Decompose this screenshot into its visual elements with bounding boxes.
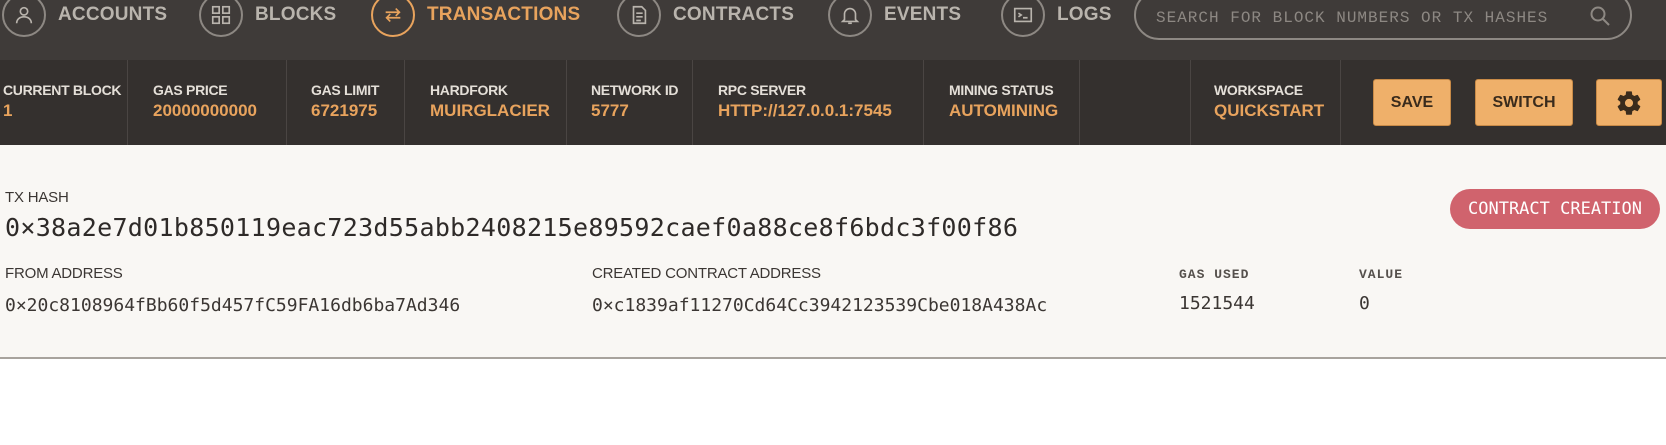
stat-gas-limit: GAS LIMIT 6721975 (287, 60, 405, 145)
mining-status-value: AUTOMINING (949, 101, 1059, 120)
terminal-icon (1001, 0, 1045, 37)
nav-accounts-label: ACCOUNTS (58, 4, 168, 25)
stat-current-block: CURRENT BLOCK 1 (0, 60, 128, 145)
nav-events-label: EVENTS (884, 4, 962, 25)
nav-events[interactable]: EVENTS (828, 0, 961, 40)
rpc-server-label: RPC SERVER (718, 82, 806, 98)
nav-blocks-label: BLOCKS (255, 4, 337, 25)
from-address-label: FROM ADDRESS (5, 265, 123, 282)
from-address-value: 0×20c8108964fBb60f5d457fC59FA16db6ba7Ad3… (5, 295, 461, 316)
gas-limit-value: 6721975 (311, 101, 378, 120)
current-block-label: CURRENT BLOCK (3, 82, 122, 98)
switch-button[interactable]: SWITCH (1475, 79, 1573, 126)
current-block-value: 1 (3, 101, 13, 120)
network-id-label: NETWORK ID (591, 82, 679, 98)
hardfork-value: MUIRGLACIER (430, 101, 550, 120)
document-icon (617, 0, 661, 37)
gas-used-value: 1521544 (1179, 293, 1255, 314)
gas-limit-label: GAS LIMIT (311, 82, 380, 98)
workspace-label: WORKSPACE (1214, 82, 1303, 98)
transaction-card[interactable]: TX HASH 0×38a2e7d01b850119eac723d55abb24… (0, 145, 1666, 359)
gear-icon (1617, 90, 1641, 115)
rpc-server-value: HTTP://127.0.0.1:7545 (718, 101, 892, 120)
gas-price-value: 20000000000 (153, 101, 258, 120)
contract-creation-badge: CONTRACT CREATION (1450, 189, 1660, 229)
nav-logs-label: LOGS (1057, 4, 1112, 25)
search-input[interactable] (1154, 4, 1578, 32)
top-nav: ACCOUNTS BLOCKS TRANSACTIONS CONTRACTS E… (0, 0, 1666, 60)
search-box (1134, 0, 1632, 40)
swap-arrows-icon (371, 0, 415, 37)
nav-transactions[interactable]: TRANSACTIONS (371, 0, 580, 40)
stat-rpc-server: RPC SERVER HTTP://127.0.0.1:7545 (693, 60, 924, 145)
tx-hash-value: 0×38a2e7d01b850119eac723d55abb2408215e89… (5, 213, 1019, 242)
mining-status-label: MINING STATUS (949, 82, 1054, 98)
value-value: 0 (1359, 293, 1370, 314)
settings-button[interactable] (1596, 79, 1662, 126)
stat-network-id: NETWORK ID 5777 (567, 60, 693, 145)
network-id-value: 5777 (591, 101, 629, 120)
blocks-icon (199, 0, 243, 37)
tx-hash-label: TX HASH (5, 189, 69, 206)
value-label: VALUE (1359, 267, 1404, 282)
person-icon (2, 0, 46, 37)
created-contract-address-value: 0×c1839af11270Cd64Cc3942123539Cbe018A438… (592, 295, 1048, 316)
nav-contracts-label: CONTRACTS (673, 4, 795, 25)
nav-blocks[interactable]: BLOCKS (199, 0, 336, 40)
gas-price-label: GAS PRICE (153, 82, 228, 98)
search-icon[interactable] (1588, 4, 1612, 28)
gas-used-label: GAS USED (1179, 267, 1250, 282)
workspace-value: QUICKSTART (1214, 101, 1325, 120)
save-button[interactable]: SAVE (1373, 79, 1451, 126)
nav-logs[interactable]: LOGS (1001, 0, 1112, 40)
created-contract-address-label: CREATED CONTRACT ADDRESS (592, 265, 821, 282)
nav-contracts[interactable]: CONTRACTS (617, 0, 794, 40)
nav-transactions-label: TRANSACTIONS (427, 4, 581, 25)
hardfork-label: HARDFORK (430, 82, 508, 98)
bell-icon (828, 0, 872, 37)
stat-mining-status: MINING STATUS AUTOMINING (924, 60, 1080, 145)
stat-hardfork: HARDFORK MUIRGLACIER (405, 60, 567, 145)
nav-accounts[interactable]: ACCOUNTS (2, 0, 167, 40)
stat-workspace: WORKSPACE QUICKSTART (1190, 60, 1341, 145)
stat-gas-price: GAS PRICE 20000000000 (128, 60, 287, 145)
